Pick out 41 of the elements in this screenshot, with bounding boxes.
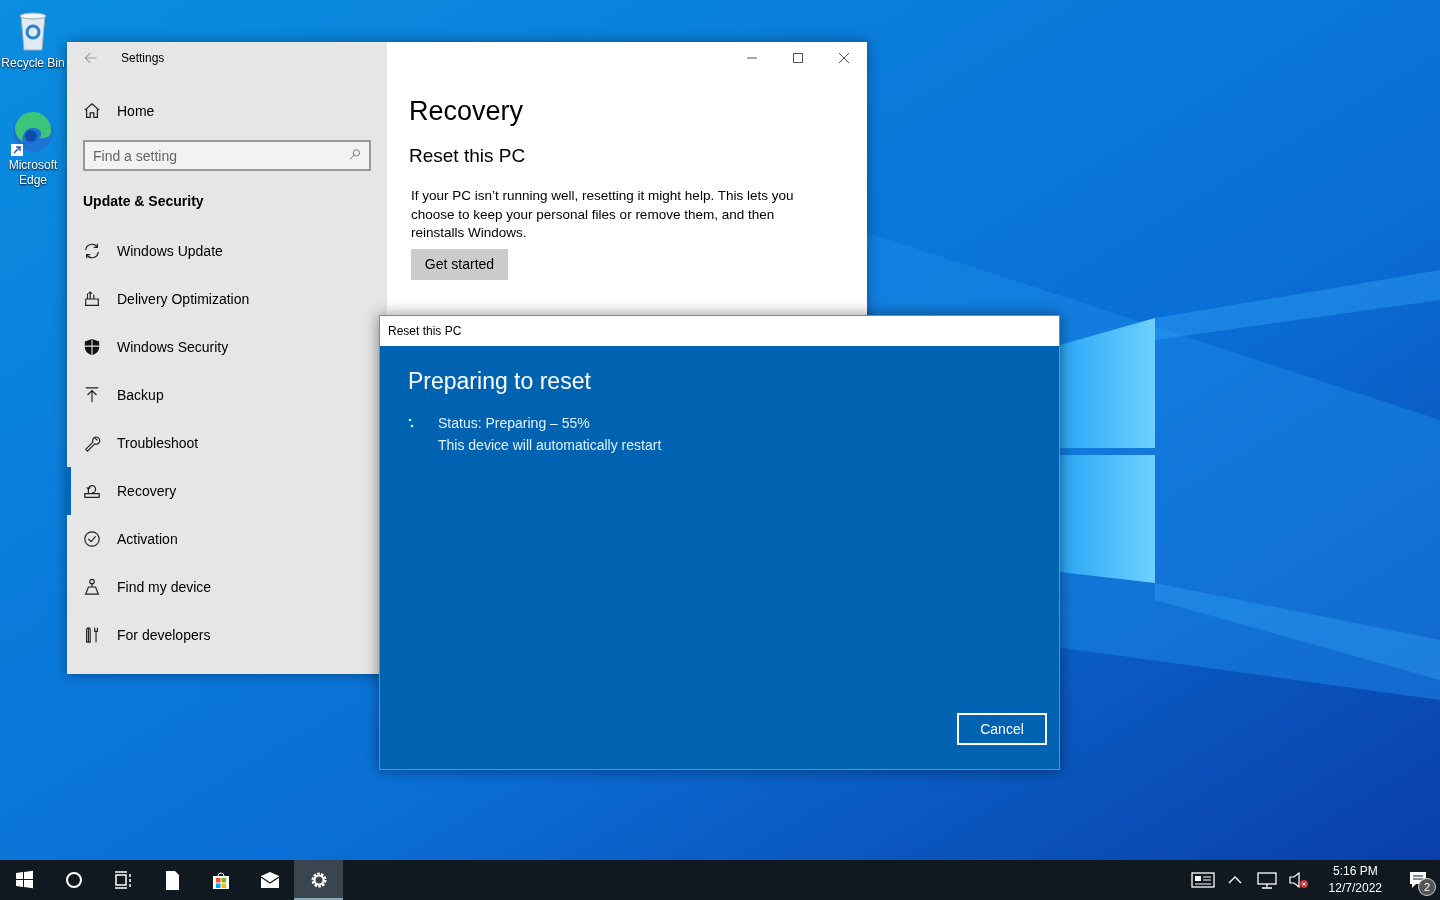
get-started-button[interactable]: Get started [411, 248, 508, 280]
status-text: Status: Preparing – 55% [438, 415, 590, 431]
section-title: Reset this PC [409, 145, 527, 167]
news-icon[interactable] [1190, 870, 1215, 890]
clock[interactable]: 5:16 PM 12/7/2022 [1322, 862, 1388, 898]
dialog-heading: Preparing to reset [408, 368, 592, 395]
nav-item[interactable]: Delivery Optimization [67, 275, 387, 323]
upload-tray-icon [83, 290, 101, 308]
clock-time: 5:16 PM [1332, 863, 1378, 880]
back-arrow-icon [83, 50, 99, 66]
nav-item[interactable]: Windows Update [67, 227, 387, 275]
checkmark-circle-icon [83, 530, 101, 548]
page-title: Recovery [409, 96, 525, 127]
arrow-up-icon [83, 386, 101, 404]
envelope-icon [258, 869, 281, 891]
window-title: Settings [121, 51, 165, 65]
wrench-icon [83, 434, 101, 452]
clock-date: 12/7/2022 [1328, 880, 1382, 897]
search-field[interactable]: Find a setting [83, 140, 371, 171]
search-icon [348, 148, 362, 162]
desktop-icon-label[interactable]: Recycle Bin [1, 56, 65, 71]
volume-muted-icon[interactable] [1286, 870, 1311, 890]
windows-logo-icon [13, 869, 36, 891]
home-icon [83, 102, 101, 120]
notifications-button[interactable]: 2 [1396, 860, 1440, 900]
shield-icon [83, 338, 101, 356]
dialog-title: Reset this PC [388, 324, 462, 338]
notification-count: 2 [1418, 878, 1436, 896]
description-text: If your PC isn’t running well, resetting it might help. This lets you choose to keep your personal files or remove them, and then reinstalls Windows. [411, 187, 795, 242]
cancel-button[interactable]: Cancel [957, 713, 1047, 745]
taskbar-button[interactable] [294, 860, 343, 900]
spinner-icon [408, 418, 416, 428]
desktop-icon-label[interactable]: Microsoft Edge [0, 158, 66, 188]
section-heading: Update & Security [83, 193, 205, 209]
tools-icon [83, 626, 101, 644]
home-link[interactable]: Home [83, 96, 155, 126]
person-icon [83, 578, 101, 596]
network-icon[interactable] [1254, 870, 1279, 890]
recovery-icon [83, 482, 101, 500]
sync-icon [83, 242, 101, 260]
restart-note: This device will automatically restart [438, 437, 663, 453]
